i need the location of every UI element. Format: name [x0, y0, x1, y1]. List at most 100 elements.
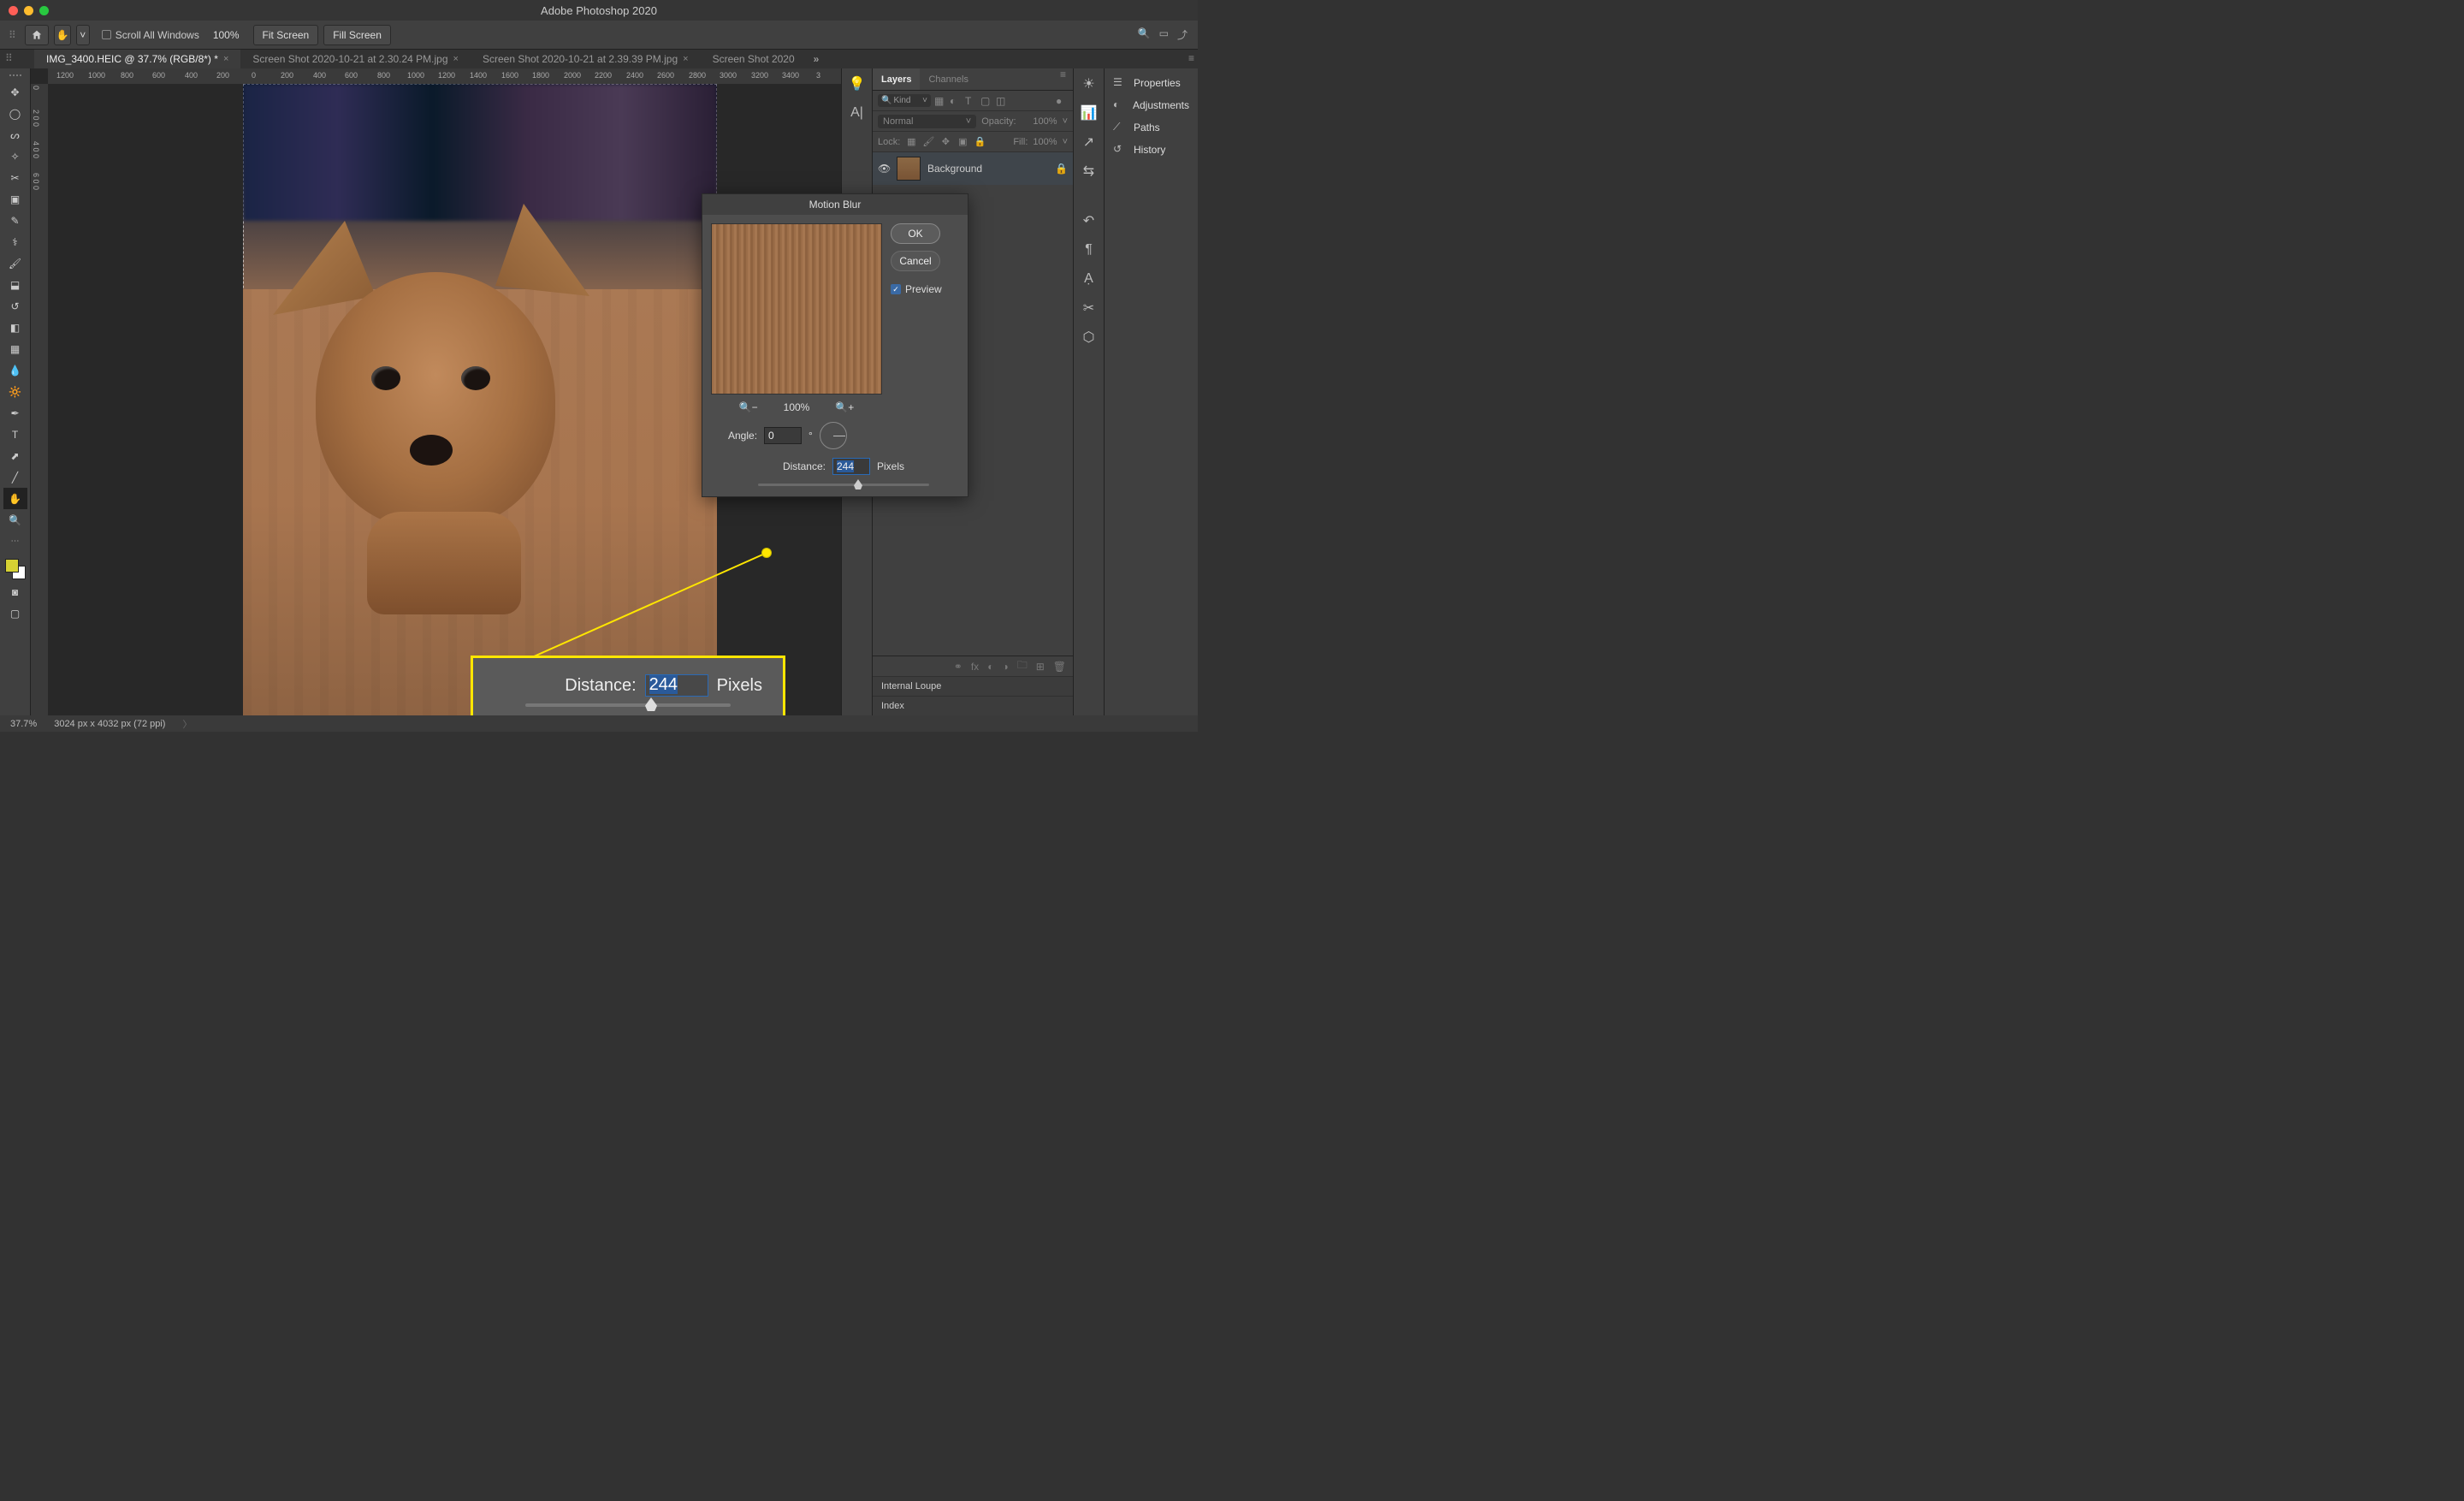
crop-tool[interactable]: ✂ [3, 167, 27, 188]
paths-panel-button[interactable]: ⟋ Paths [1105, 116, 1198, 139]
zoom-level-button[interactable]: 100% [204, 26, 248, 44]
blur-tool[interactable]: 💧 [3, 359, 27, 381]
document-tab[interactable]: Screen Shot 2020-10-21 at 2.30.24 PM.jpg… [240, 50, 471, 68]
color-swatches[interactable] [3, 557, 27, 581]
type-tool[interactable]: T [3, 424, 27, 445]
ok-button[interactable]: OK [891, 223, 940, 244]
foreground-color-swatch[interactable] [5, 559, 19, 573]
close-window-button[interactable] [9, 6, 18, 15]
clone-stamp-tool[interactable]: ⬓ [3, 274, 27, 295]
fit-screen-button[interactable]: Fit Screen [253, 25, 319, 45]
filter-shape-icon[interactable]: ▢ [980, 95, 992, 107]
learn-panel-icon[interactable]: 💡 [849, 75, 866, 92]
hand-tool-icon[interactable]: ✋ [54, 25, 71, 45]
horizontal-ruler[interactable]: 1200 1000 800 600 400 200 0 200 400 600 … [48, 68, 841, 84]
lasso-tool[interactable]: ᔕ [3, 124, 27, 145]
filter-smart-icon[interactable]: ◫ [996, 95, 1008, 107]
close-tab-icon[interactable]: × [453, 54, 459, 64]
filter-pixel-icon[interactable]: ▦ [934, 95, 946, 107]
angle-dial[interactable] [820, 422, 847, 449]
document-tab[interactable]: IMG_3400.HEIC @ 37.7% (RGB/8*) * × [34, 50, 240, 68]
healing-brush-tool[interactable]: ⚕ [3, 231, 27, 252]
pen-tool[interactable]: ✒ [3, 402, 27, 424]
tab-overflow-button[interactable]: » [807, 53, 826, 65]
panel-menu-icon[interactable]: ≡ [1053, 68, 1073, 90]
tab-menu-icon[interactable]: ≡ [1188, 52, 1194, 64]
status-doc-info[interactable]: 3024 px x 4032 px (72 ppi) [54, 719, 165, 729]
distance-input[interactable]: 244 [832, 458, 870, 475]
hand-tool[interactable]: ✋ [3, 488, 27, 509]
move-tool[interactable]: ✥ [3, 81, 27, 103]
filter-type-icon[interactable]: T [965, 95, 977, 107]
new-layer-icon[interactable]: ⊞ [1036, 661, 1045, 673]
layer-group-icon[interactable]: 🗀 [1017, 657, 1028, 675]
preview-checkbox[interactable]: ✓ Preview [891, 283, 942, 295]
vertical-ruler[interactable]: 0 2 0 0 4 0 0 6 0 0 [31, 84, 48, 715]
fill-screen-button[interactable]: Fill Screen [323, 25, 391, 45]
opacity-field[interactable]: 100% [1022, 116, 1057, 127]
slider-thumb-icon[interactable] [645, 697, 657, 711]
layer-visibility-icon[interactable]: 👁 [878, 163, 890, 175]
lock-position-icon[interactable]: ✥ [939, 136, 951, 147]
screen-mode-toggle[interactable]: ▢ [3, 602, 27, 624]
angle-input[interactable]: 0 [764, 427, 802, 444]
slider-thumb-icon[interactable] [854, 479, 862, 489]
levels-icon[interactable]: 📊 [1081, 104, 1098, 122]
history-brush-tool[interactable]: ↺ [3, 295, 27, 317]
brightness-icon[interactable]: ☀ [1081, 75, 1098, 92]
character-panel-icon[interactable]: A| [849, 104, 866, 122]
fill-field[interactable]: 100% [1033, 137, 1057, 147]
tools-panel-handle[interactable] [9, 74, 21, 78]
glyphs-icon[interactable]: Ạ [1081, 270, 1098, 288]
dialog-preview-image[interactable] [711, 223, 882, 395]
lock-transparent-icon[interactable]: ▦ [905, 136, 917, 147]
filter-adjust-icon[interactable]: ◐ [950, 95, 962, 107]
hand-tool-preset-picker[interactable]: ˅ [76, 25, 90, 45]
history-panel-button[interactable]: ↺ History [1105, 139, 1198, 161]
lock-artboard-icon[interactable]: ▣ [957, 136, 968, 147]
quick-mask-toggle[interactable]: ◙ [3, 581, 27, 602]
layer-mask-icon[interactable]: ◐ [987, 661, 993, 673]
status-zoom[interactable]: 37.7% [10, 719, 37, 729]
callout-distance-slider[interactable] [525, 703, 731, 707]
zoom-in-icon[interactable]: 🔍+ [835, 401, 854, 413]
document-tab[interactable]: Screen Shot 2020 [701, 50, 807, 68]
close-tab-icon[interactable]: × [683, 54, 688, 64]
frame-tool[interactable]: ▣ [3, 188, 27, 210]
layer-thumbnail[interactable] [897, 157, 921, 181]
zoom-tool[interactable]: 🔍 [3, 509, 27, 531]
magic-wand-tool[interactable]: ✧ [3, 145, 27, 167]
lock-all-icon[interactable]: 🔒 [974, 136, 986, 147]
layer-row-background[interactable]: 👁 Background 🔒 [873, 152, 1073, 185]
marquee-tool[interactable]: ◯ [3, 103, 27, 124]
scroll-all-windows-checkbox[interactable]: Scroll All Windows [102, 29, 199, 41]
motion-blur-dialog[interactable]: Motion Blur 🔍− 100% 🔍+ OK Cancel ✓ Previ… [702, 193, 968, 497]
search-icon[interactable]: 🔍 [1138, 27, 1151, 42]
tool-presets-icon[interactable]: ✂ [1081, 300, 1098, 317]
dialog-title[interactable]: Motion Blur [702, 194, 968, 215]
undo-icon[interactable]: ↶ [1081, 212, 1098, 229]
brush-tool[interactable]: 🖌 [3, 252, 27, 274]
status-info-menu[interactable]: 〉 [182, 717, 192, 731]
callout-distance-field[interactable]: 244 [645, 674, 708, 697]
close-tab-icon[interactable]: × [223, 54, 228, 64]
adjustments-panel-button[interactable]: ◐ Adjustments [1105, 94, 1198, 116]
minimize-window-button[interactable] [24, 6, 33, 15]
home-button[interactable] [25, 25, 49, 45]
share-icon[interactable]: ⤴ [1177, 27, 1188, 42]
path-selection-tool[interactable]: ⬈ [3, 445, 27, 466]
eyedropper-tool[interactable]: ✎ [3, 210, 27, 231]
index-item[interactable]: Index [873, 696, 1073, 715]
document-tab[interactable]: Screen Shot 2020-10-21 at 2.39.39 PM.jpg… [471, 50, 701, 68]
distance-slider[interactable] [758, 484, 929, 486]
gradient-tool[interactable]: ▦ [3, 338, 27, 359]
layers-tab[interactable]: Layers [873, 68, 920, 90]
layer-name[interactable]: Background [927, 163, 982, 175]
channels-tab[interactable]: Channels [920, 68, 976, 90]
lock-image-icon[interactable]: 🖌 [922, 136, 934, 147]
link-layers-icon[interactable]: ⚭ [954, 661, 962, 673]
workspace-switcher-icon[interactable]: ▭ [1159, 27, 1169, 42]
layer-lock-icon[interactable]: 🔒 [1055, 163, 1068, 175]
shape-tool[interactable]: ╱ [3, 466, 27, 488]
adjustment-layer-icon[interactable]: ◑ [1002, 661, 1008, 673]
